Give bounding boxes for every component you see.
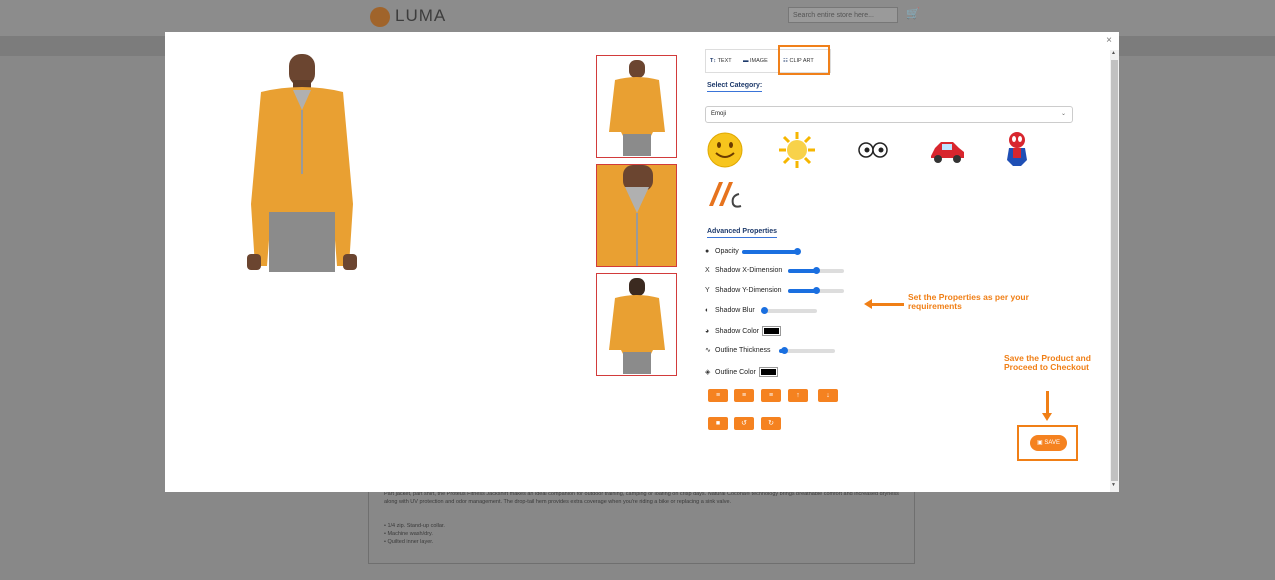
close-icon[interactable]: × (1106, 35, 1112, 46)
sun-clipart[interactable] (777, 130, 817, 170)
shadow-x-slider[interactable] (788, 267, 844, 274)
y-icon: Y (705, 287, 710, 294)
save-icon: ▣ (1037, 440, 1043, 446)
paint-bucket-icon: ◈ (705, 368, 711, 376)
cart-icon[interactable]: 🛒 (906, 7, 920, 20)
product-description: Part jacket, part shirt, the Proteus Fit… (384, 491, 899, 505)
shadow-y-slider[interactable] (788, 287, 844, 294)
tab-text[interactable]: T↕ TEXT (710, 50, 732, 72)
delete-button[interactable]: ■ (708, 417, 728, 430)
opacity-row: ● Opacity (705, 248, 739, 255)
feature-item: • Quilted inner layer. (384, 539, 434, 545)
properties-annotation: Set the Properties as per your requireme… (908, 292, 1029, 311)
outline-color-picker[interactable] (758, 367, 778, 377)
scroll-up-icon[interactable]: ▲ (1111, 50, 1116, 56)
thumbnail-back[interactable] (596, 273, 677, 376)
eyes-clipart[interactable] (853, 130, 893, 170)
send-backward-button[interactable]: ↓ (818, 389, 838, 402)
send-backward-icon: ↓ (826, 392, 830, 399)
category-select[interactable]: Emoji ⌄ (705, 106, 1073, 123)
car-clipart[interactable] (927, 130, 967, 170)
thumbnail-front[interactable] (596, 55, 677, 158)
feature-item: • 1/4 zip. Stand-up collar. (384, 523, 445, 529)
logo-clipart[interactable] (705, 172, 745, 212)
shadow-y-row: Y Shadow Y-Dimension (705, 287, 782, 294)
align-center-button[interactable]: ≡ (734, 389, 754, 402)
shadow-blur-row: ◐ Shadow Blur (705, 307, 755, 314)
opacity-slider[interactable] (742, 248, 801, 255)
save-button[interactable]: ▣ SAVE (1030, 435, 1067, 451)
scrollbar-thumb[interactable] (1111, 60, 1118, 481)
smiley-face-clipart[interactable] (705, 130, 745, 170)
shadow-x-row: X Shadow X-Dimension (705, 267, 783, 274)
annotation-arrow-down (1046, 391, 1049, 415)
redo-button[interactable]: ↻ (761, 417, 781, 430)
align-right-button[interactable]: ≡ (761, 389, 781, 402)
feature-item: • Machine wash/dry. (384, 531, 433, 537)
palette-icon: ◕ (705, 327, 710, 335)
tab-image[interactable]: ▬ IMAGE (743, 50, 768, 72)
align-right-icon: ≡ (768, 392, 774, 399)
undo-button[interactable]: ↺ (734, 417, 754, 430)
clipart-tab-highlight (778, 45, 830, 75)
arrow-left-icon (864, 299, 872, 309)
shadow-color-row: ◕ Shadow Color (705, 326, 781, 336)
annotation-arrow-left (868, 303, 904, 306)
bring-forward-button[interactable]: ↑ (788, 389, 808, 402)
outline-icon: ∿ (705, 347, 711, 354)
align-left-button[interactable]: ≡ (708, 389, 728, 402)
trash-icon: ■ (715, 420, 721, 427)
shadow-blur-slider[interactable] (761, 307, 817, 314)
image-icon: ▬ (743, 58, 749, 64)
drop-icon: ● (705, 248, 710, 255)
luma-logo-icon (370, 6, 390, 27)
advanced-properties-title: Advanced Properties (707, 228, 778, 238)
store-logo[interactable]: LUMA (370, 6, 446, 27)
outline-color-row: ◈ Outline Color (705, 367, 778, 377)
store-search-input[interactable]: Search entire store here... (788, 7, 898, 23)
product-designer-modal: × ▲ ▼ T↕ TEXT ▬ IMAGE ☷ CLIP ART Select … (165, 32, 1119, 492)
thumbnail-closeup[interactable] (596, 164, 677, 267)
x-icon: X (705, 267, 710, 274)
text-icon: T↕ (710, 58, 717, 64)
redo-icon: ↻ (768, 420, 774, 427)
select-category-title: Select Category: (707, 82, 763, 92)
product-features: • 1/4 zip. Stand-up collar. • Machine wa… (384, 522, 445, 546)
scroll-down-icon[interactable]: ▼ (1111, 482, 1116, 488)
save-annotation: Save the Product and Proceed to Checkout (1004, 353, 1091, 372)
category-value: Emoji (711, 111, 727, 117)
chevron-down-icon: ⌄ (1060, 111, 1066, 117)
bring-forward-icon: ↑ (796, 392, 800, 399)
undo-icon: ↺ (741, 420, 747, 427)
outline-thickness-slider[interactable] (779, 347, 835, 354)
contrast-icon: ◐ (705, 307, 710, 314)
align-left-icon: ≡ (715, 392, 721, 399)
align-center-icon: ≡ (741, 392, 747, 399)
shadow-color-picker[interactable] (761, 326, 781, 336)
spiderman-clipart[interactable] (997, 128, 1037, 168)
main-product-image[interactable] (241, 54, 363, 272)
arrow-down-icon (1042, 413, 1052, 421)
outline-thickness-row: ∿ Outline Thickness (705, 347, 771, 354)
store-header: LUMA Search entire store here... 🛒 (0, 0, 1275, 36)
